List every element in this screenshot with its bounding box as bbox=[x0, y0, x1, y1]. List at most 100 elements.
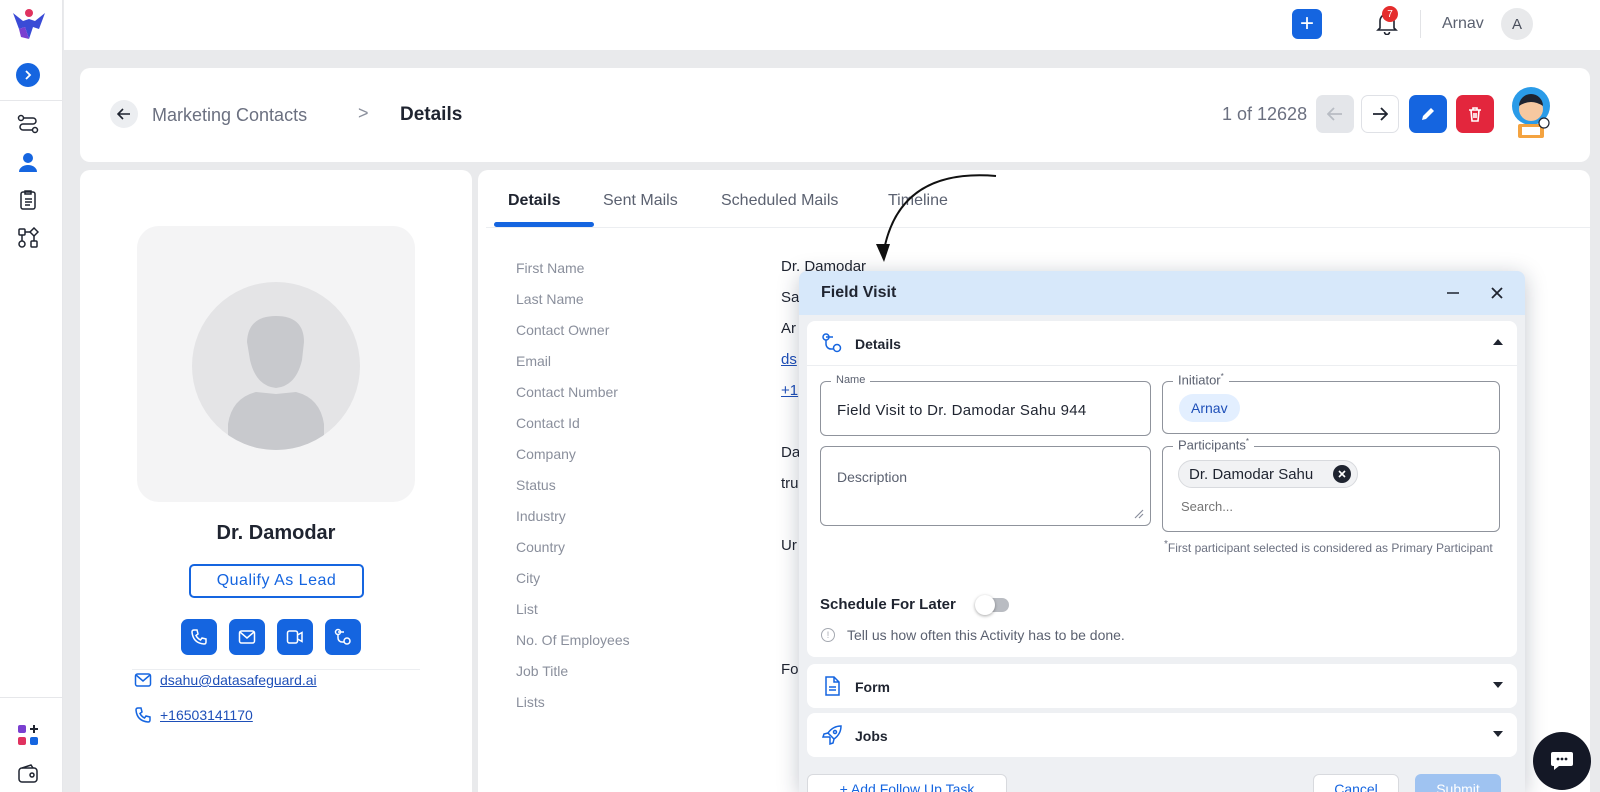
profile-divider bbox=[132, 669, 420, 670]
field-label: City bbox=[516, 570, 541, 586]
contact-name: Dr. Damodar bbox=[216, 522, 336, 544]
rail-item-integrations[interactable] bbox=[15, 225, 41, 251]
form-section-header[interactable]: Form bbox=[807, 664, 1517, 708]
profile-photo[interactable] bbox=[192, 282, 360, 450]
previous-record-button[interactable] bbox=[1316, 95, 1354, 133]
assistant-avatar-icon[interactable] bbox=[1508, 86, 1554, 140]
description-field[interactable]: Description bbox=[820, 446, 1151, 526]
contact-phone-link[interactable]: +16503141170 bbox=[160, 707, 253, 723]
tab-details[interactable]: Details bbox=[508, 192, 560, 210]
chat-bubble-icon bbox=[1551, 752, 1573, 770]
initiator-field[interactable]: Initiator* Arnav bbox=[1162, 372, 1500, 434]
field-label: List bbox=[516, 601, 538, 617]
cancel-button[interactable]: Cancel bbox=[1313, 774, 1399, 792]
rail-item-wallet[interactable] bbox=[15, 761, 41, 787]
section-divider bbox=[807, 365, 1517, 366]
rail-item-workflows[interactable] bbox=[15, 111, 41, 137]
back-button[interactable] bbox=[110, 100, 138, 128]
user-silhouette-icon bbox=[228, 316, 324, 450]
top-bar: + 7 Arnav A bbox=[64, 0, 1600, 50]
expand-sidebar-button[interactable] bbox=[16, 63, 40, 87]
field-label: Contact Number bbox=[516, 384, 618, 400]
expand-caret-icon bbox=[1493, 682, 1503, 688]
initiator-field-label: Initiator* bbox=[1173, 372, 1229, 388]
field-label: Lists bbox=[516, 694, 545, 710]
user-name[interactable]: Arnav bbox=[1442, 15, 1484, 33]
participant-note: *First participant selected is considere… bbox=[1164, 539, 1493, 555]
contact-person-icon bbox=[19, 153, 37, 172]
field-label: No. Of Employees bbox=[516, 632, 630, 648]
field-label: Contact Owner bbox=[516, 322, 610, 338]
remove-participant-button[interactable] bbox=[1333, 465, 1352, 483]
create-new-button[interactable]: + bbox=[1292, 9, 1322, 39]
expand-caret-icon bbox=[1493, 731, 1503, 737]
clipboard-list-icon bbox=[20, 190, 36, 210]
name-field[interactable]: Name Field Visit to Dr. Damodar Sahu 944 bbox=[820, 374, 1151, 436]
record-counter: 1 of 12628 bbox=[1222, 104, 1308, 124]
tab-scheduled-mails[interactable]: Scheduled Mails bbox=[721, 192, 838, 210]
field-label: Company bbox=[516, 446, 576, 462]
chat-support-button[interactable] bbox=[1533, 732, 1591, 790]
dialog-header: Field Visit bbox=[799, 271, 1525, 315]
rail-item-contacts[interactable] bbox=[15, 149, 41, 175]
breadcrumb-separator: > bbox=[358, 103, 369, 123]
submit-button[interactable]: Submit bbox=[1415, 774, 1501, 792]
wallet-icon bbox=[18, 764, 38, 783]
field-label: Job Title bbox=[516, 663, 569, 679]
participant-chip[interactable]: Dr. Damodar Sahu bbox=[1178, 460, 1359, 488]
edit-button[interactable] bbox=[1409, 95, 1447, 133]
participants-search-input[interactable] bbox=[1181, 499, 1481, 514]
job-title-value: Fo bbox=[781, 661, 799, 678]
contact-number-value[interactable]: +1 bbox=[781, 382, 798, 399]
document-icon bbox=[825, 676, 840, 696]
email-button[interactable] bbox=[229, 619, 265, 655]
jobs-section-header[interactable]: Jobs bbox=[807, 713, 1517, 757]
form-section[interactable]: Form bbox=[807, 664, 1517, 708]
info-icon: ! bbox=[821, 628, 835, 642]
breadcrumb-parent[interactable]: Marketing Contacts bbox=[152, 105, 307, 126]
details-section-title: Details bbox=[855, 336, 901, 352]
details-section-header[interactable]: Details bbox=[807, 321, 1517, 365]
close-dialog-button[interactable] bbox=[1487, 283, 1507, 303]
header-divider bbox=[1420, 10, 1421, 38]
participants-field[interactable]: Participants* Dr. Damodar Sahu bbox=[1162, 437, 1500, 532]
email-value[interactable]: ds bbox=[781, 351, 797, 368]
add-follow-up-task-button[interactable]: + Add Follow Up Task bbox=[807, 774, 1007, 792]
description-placeholder: Description bbox=[837, 469, 908, 485]
chevron-right-icon bbox=[25, 70, 32, 80]
notification-badge: 7 bbox=[1382, 6, 1398, 22]
jobs-section[interactable]: Jobs bbox=[807, 713, 1517, 757]
left-rail bbox=[0, 0, 63, 792]
annotation-arrow bbox=[876, 174, 997, 262]
qualify-as-lead-button[interactable]: Qualify As Lead bbox=[189, 564, 364, 598]
schedule-later-toggle[interactable] bbox=[975, 595, 1009, 615]
minimize-icon bbox=[1447, 292, 1459, 294]
contact-email-link[interactable]: dsahu@datasafeguard.ai bbox=[160, 672, 317, 688]
close-icon bbox=[1491, 287, 1503, 299]
app-logo[interactable] bbox=[11, 7, 47, 41]
resize-handle-icon[interactable] bbox=[1134, 509, 1144, 519]
meeting-button[interactable] bbox=[277, 619, 313, 655]
phone-icon bbox=[135, 707, 151, 723]
field-label: Status bbox=[516, 477, 556, 493]
user-avatar[interactable]: A bbox=[1501, 8, 1533, 40]
apps-grid-icon bbox=[18, 725, 38, 745]
participant-chip-label: Dr. Damodar Sahu bbox=[1189, 465, 1314, 483]
call-button[interactable] bbox=[181, 619, 217, 655]
rail-item-apps[interactable] bbox=[15, 722, 41, 748]
rail-item-tasks[interactable] bbox=[15, 187, 41, 213]
profile-photo-frame bbox=[137, 226, 415, 502]
field-label: Last Name bbox=[516, 291, 584, 307]
tab-sent-mails[interactable]: Sent Mails bbox=[603, 192, 678, 210]
details-section: Details Name Field Visit to Dr. Damodar … bbox=[807, 321, 1517, 657]
schedule-later-label: Schedule For Later bbox=[820, 596, 956, 613]
name-field-value: Field Visit to Dr. Damodar Sahu 944 bbox=[837, 402, 1087, 419]
initiator-chip[interactable]: Arnav bbox=[1179, 394, 1240, 422]
route-pin-icon bbox=[334, 628, 351, 645]
field-visit-button[interactable] bbox=[325, 619, 361, 655]
minimize-dialog-button[interactable] bbox=[1443, 283, 1463, 303]
nodes-icon bbox=[18, 227, 39, 248]
next-record-button[interactable] bbox=[1361, 95, 1399, 133]
contact-owner-value: Ar bbox=[781, 320, 796, 337]
delete-button[interactable] bbox=[1456, 95, 1494, 133]
